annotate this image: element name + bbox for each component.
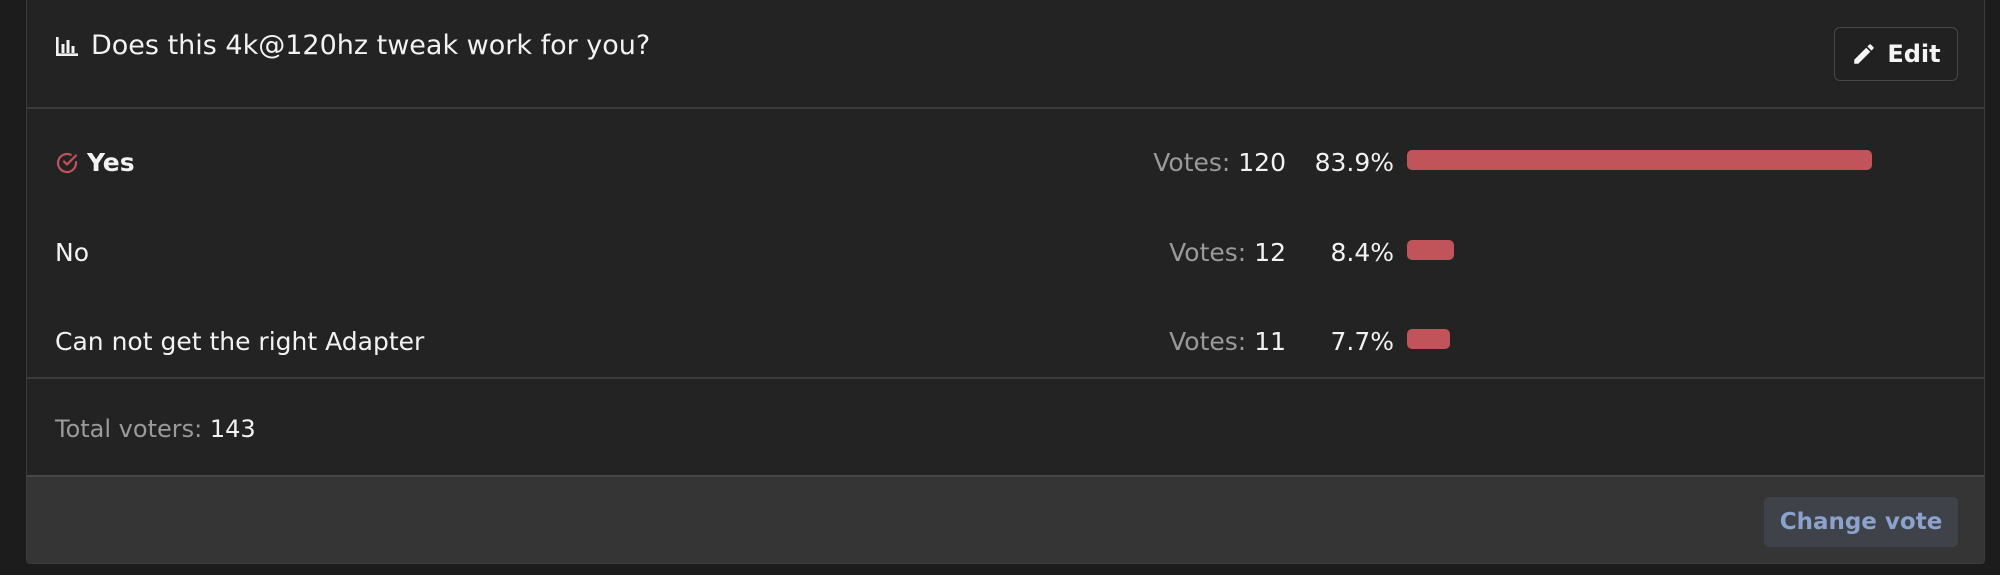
option-label: Can not get the right Adapter	[55, 327, 424, 356]
option-text: Yes	[87, 148, 135, 177]
voted-check-icon	[56, 152, 78, 173]
vote-count: Votes: 120	[1153, 148, 1286, 177]
poll-title: Does this 4k@120hz tweak work for you?	[55, 30, 650, 61]
change-vote-button[interactable]: Change vote	[1764, 497, 1958, 547]
vote-bar	[1407, 240, 1872, 260]
total-voters: Total voters: 143	[55, 415, 256, 443]
edit-button[interactable]: Edit	[1834, 27, 1958, 81]
pencil-icon	[1854, 44, 1875, 64]
vote-percent: 83.9%	[1314, 148, 1394, 177]
poll-option-no: No Votes: 12 8.4%	[27, 234, 1984, 274]
edit-label: Edit	[1887, 40, 1941, 68]
vote-bar	[1407, 329, 1872, 349]
vote-bar	[1407, 150, 1872, 170]
option-label: Yes	[55, 148, 135, 177]
vote-count: Votes: 12	[1169, 238, 1286, 267]
option-text: No	[55, 238, 89, 267]
poll-option-yes: Yes Votes: 120 83.9%	[27, 144, 1984, 184]
poll-header: Does this 4k@120hz tweak work for you? E…	[27, 0, 1984, 109]
vote-percent: 8.4%	[1330, 238, 1394, 267]
bar-chart-icon	[56, 36, 78, 56]
poll-footer: Change vote	[27, 475, 1984, 563]
option-label: No	[55, 238, 89, 267]
poll-option-adapter: Can not get the right Adapter Votes: 11 …	[27, 323, 1984, 363]
poll-question: Does this 4k@120hz tweak work for you?	[91, 30, 651, 61]
poll-options: Yes Votes: 120 83.9% No Votes: 12 8.4% C…	[27, 109, 1984, 379]
option-text: Can not get the right Adapter	[55, 327, 425, 356]
vote-bar-fill	[1407, 240, 1454, 260]
vote-bar-fill	[1407, 150, 1872, 170]
vote-count: Votes: 11	[1169, 327, 1286, 356]
vote-bar-fill	[1407, 329, 1450, 349]
poll-block: Does this 4k@120hz tweak work for you? E…	[26, 0, 1985, 564]
vote-percent: 7.7%	[1330, 327, 1394, 356]
